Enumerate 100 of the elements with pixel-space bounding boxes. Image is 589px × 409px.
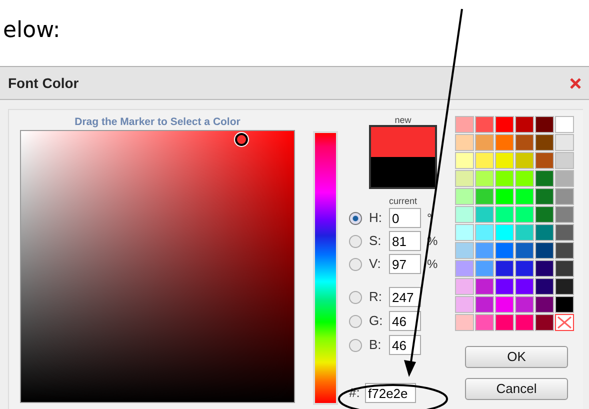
color-swatch[interactable] — [515, 278, 534, 295]
color-swatch[interactable] — [475, 224, 494, 241]
radio-button[interactable] — [349, 314, 362, 328]
color-swatch[interactable] — [495, 314, 514, 331]
field-label: R: — [369, 288, 383, 306]
picker-heading: Drag the Marker to Select a Color — [74, 115, 240, 129]
color-swatch[interactable] — [515, 188, 534, 205]
color-swatch[interactable] — [535, 206, 554, 223]
color-swatch[interactable] — [455, 170, 474, 187]
color-swatch[interactable] — [455, 224, 474, 241]
color-swatch[interactable] — [535, 188, 554, 205]
color-swatch[interactable] — [475, 242, 494, 259]
color-swatch[interactable] — [475, 296, 494, 313]
radio-button[interactable] — [349, 234, 362, 248]
value-field[interactable]: 0 — [389, 208, 421, 228]
color-swatch[interactable] — [455, 134, 474, 151]
document-text: elow: — [3, 18, 60, 43]
color-swatch[interactable] — [555, 170, 574, 187]
color-swatch[interactable] — [495, 242, 514, 259]
color-swatch[interactable] — [475, 188, 494, 205]
dialog-button[interactable]: Cancel — [465, 378, 568, 400]
color-swatch[interactable] — [515, 260, 534, 277]
color-marker[interactable] — [235, 133, 248, 146]
color-swatch[interactable] — [455, 296, 474, 313]
color-swatch[interactable] — [475, 206, 494, 223]
color-swatch[interactable] — [455, 314, 474, 331]
hue-strip[interactable] — [313, 131, 338, 405]
color-swatch[interactable] — [475, 260, 494, 277]
color-swatch[interactable] — [535, 170, 554, 187]
color-swatch[interactable] — [535, 314, 554, 331]
color-swatch[interactable] — [475, 278, 494, 295]
color-swatch[interactable] — [495, 296, 514, 313]
value-field[interactable]: 81 — [389, 231, 421, 251]
color-swatch[interactable] — [495, 278, 514, 295]
color-swatch[interactable] — [555, 134, 574, 151]
color-swatch[interactable] — [495, 170, 514, 187]
color-swatch[interactable] — [495, 116, 514, 133]
color-swatch[interactable] — [455, 116, 474, 133]
radio-button[interactable] — [349, 338, 362, 352]
color-swatch[interactable] — [535, 278, 554, 295]
color-swatch[interactable] — [475, 314, 494, 331]
value-field[interactable]: 46 — [389, 311, 421, 331]
color-swatch[interactable] — [515, 224, 534, 241]
color-swatch[interactable] — [555, 242, 574, 259]
hex-field[interactable]: f72e2e — [365, 383, 416, 403]
color-swatch[interactable] — [555, 206, 574, 223]
dialog-button[interactable]: OK — [465, 346, 568, 368]
unit-label: % — [427, 256, 438, 273]
color-swatch[interactable] — [555, 116, 574, 133]
color-swatch[interactable] — [535, 116, 554, 133]
color-swatch[interactable] — [515, 242, 534, 259]
color-swatch[interactable] — [495, 260, 514, 277]
color-swatch[interactable] — [535, 152, 554, 169]
color-swatch[interactable] — [515, 152, 534, 169]
saturation-value-area[interactable] — [20, 130, 295, 403]
close-icon[interactable] — [570, 78, 581, 88]
color-swatch[interactable] — [475, 152, 494, 169]
color-swatch[interactable] — [515, 206, 534, 223]
field-label: H: — [369, 209, 383, 228]
field-label: S: — [369, 232, 382, 250]
value-field[interactable]: 97 — [389, 254, 421, 274]
color-swatch[interactable] — [535, 260, 554, 277]
color-swatch[interactable] — [555, 152, 574, 169]
color-swatch[interactable] — [475, 116, 494, 133]
radio-button[interactable] — [349, 290, 362, 304]
color-swatch[interactable] — [455, 242, 474, 259]
color-swatch[interactable] — [495, 224, 514, 241]
color-swatch[interactable] — [455, 278, 474, 295]
color-swatch[interactable] — [515, 116, 534, 133]
radio-button[interactable] — [349, 258, 362, 270]
color-swatch[interactable] — [455, 260, 474, 277]
current-label: current — [388, 196, 417, 206]
color-swatch[interactable] — [495, 152, 514, 169]
color-swatch[interactable] — [515, 170, 534, 187]
color-swatch[interactable] — [455, 152, 474, 169]
color-swatch[interactable] — [555, 188, 574, 205]
color-swatch[interactable] — [495, 188, 514, 205]
color-swatch[interactable] — [515, 296, 534, 313]
color-swatch[interactable] — [555, 224, 574, 241]
color-swatch[interactable] — [495, 206, 514, 223]
color-swatch[interactable] — [535, 242, 554, 259]
color-swatch[interactable] — [535, 296, 554, 313]
unit-label: ° — [427, 210, 432, 227]
color-swatch[interactable] — [515, 134, 534, 151]
color-swatch[interactable] — [495, 134, 514, 151]
value-field[interactable]: 247 — [389, 287, 421, 307]
color-swatch[interactable] — [535, 134, 554, 151]
color-swatch[interactable] — [475, 170, 494, 187]
color-swatch[interactable] — [535, 224, 554, 241]
color-swatch[interactable] — [455, 188, 474, 205]
color-swatch[interactable] — [475, 134, 494, 151]
field-label: V: — [369, 255, 382, 274]
no-color-icon[interactable] — [555, 314, 574, 331]
value-field[interactable]: 46 — [389, 335, 421, 355]
color-swatch[interactable] — [455, 206, 474, 223]
color-swatch[interactable] — [555, 278, 574, 295]
color-swatch[interactable] — [555, 296, 574, 313]
color-swatch[interactable] — [555, 260, 574, 277]
color-swatch[interactable] — [515, 314, 534, 331]
radio-button[interactable] — [349, 212, 362, 224]
